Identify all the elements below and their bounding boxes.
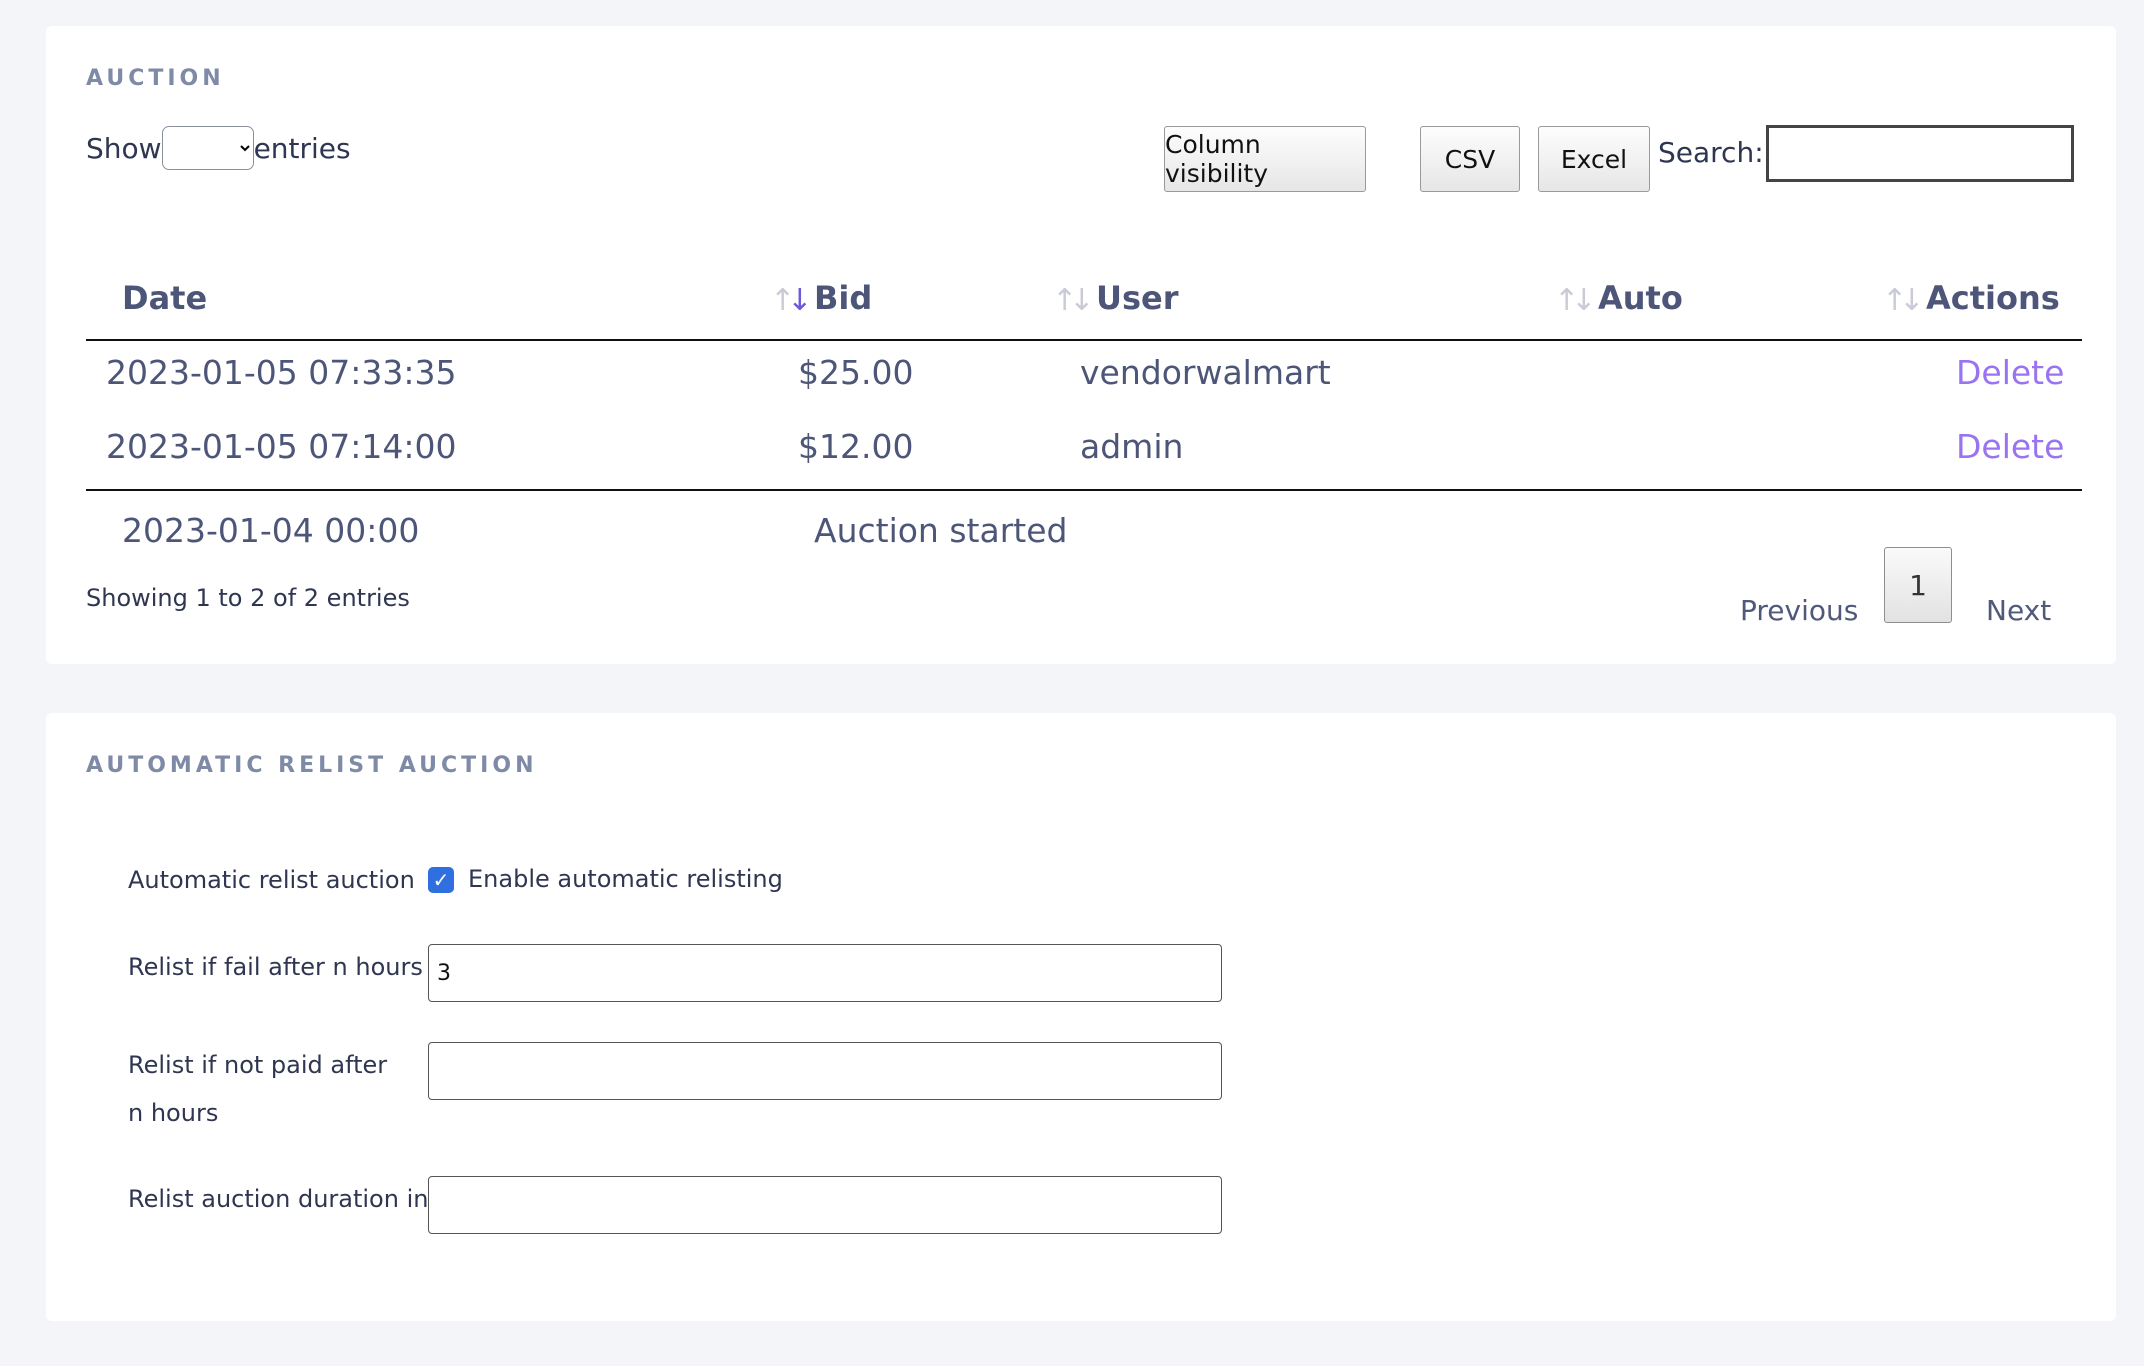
auction-start-text: Auction started <box>814 511 1068 550</box>
pagination-page-1[interactable]: 1 <box>1884 547 1952 623</box>
entries-label: entries <box>253 131 351 165</box>
column-header-auto[interactable]: Auto <box>1598 279 1683 317</box>
relist-card-title: AUTOMATIC RELIST AUCTION <box>86 753 538 778</box>
column-header-date[interactable]: Date <box>122 279 207 317</box>
search-input[interactable] <box>1766 125 2074 182</box>
column-header-bid[interactable]: Bid <box>814 279 872 317</box>
relist-not-paid-hours-input[interactable] <box>428 1042 1222 1100</box>
relist-card: AUTOMATIC RELIST AUCTION Automatic relis… <box>46 713 2116 1321</box>
sort-both-icon[interactable]: ↑↓ <box>1052 283 1094 318</box>
column-header-user[interactable]: User <box>1096 279 1179 317</box>
column-visibility-button[interactable]: Column visibility <box>1164 126 1366 192</box>
table-footer: 2023-01-04 00:00 Auction started <box>86 489 2082 571</box>
sort-both-icon[interactable]: ↑↓ <box>1882 283 1924 318</box>
relist-duration-input[interactable] <box>428 1176 1222 1234</box>
relist-fail-hours-input[interactable] <box>428 944 1222 1002</box>
entries-length-select[interactable] <box>161 126 254 170</box>
auction-card-title: AUCTION <box>86 66 225 91</box>
sort-desc-icon[interactable]: ↑↓ <box>770 283 812 318</box>
relist-enable-label: Automatic relist auction <box>128 866 415 894</box>
table-info: Showing 1 to 2 of 2 entries <box>86 584 410 612</box>
relist-enable-checkbox-label[interactable]: Enable automatic relisting <box>468 865 783 893</box>
auction-start-date: 2023-01-04 00:00 <box>122 511 420 550</box>
show-label: Show <box>86 131 162 165</box>
sort-both-icon[interactable]: ↑↓ <box>1554 283 1596 318</box>
delete-link[interactable]: Delete <box>1956 353 2064 392</box>
relist-fail-hours-label: Relist if fail after n hours <box>128 953 423 981</box>
table-row: 2023-01-05 07:14:00 $12.00 admin Delete <box>86 415 2082 489</box>
search-label: Search: <box>1658 136 1764 169</box>
cell-bid: $25.00 <box>798 353 914 392</box>
pagination-next[interactable]: Next <box>1986 594 2051 627</box>
pagination-previous[interactable]: Previous <box>1740 594 1858 627</box>
relist-enable-checkbox[interactable]: ✓ <box>428 867 454 893</box>
check-icon: ✓ <box>432 868 450 892</box>
relist-not-paid-hours-label: Relist if not paid after n hours <box>128 1051 388 1127</box>
auction-card: AUCTION Show entries Column visibility C… <box>46 26 2116 664</box>
cell-date: 2023-01-05 07:14:00 <box>106 427 457 466</box>
cell-date: 2023-01-05 07:33:35 <box>106 353 457 392</box>
csv-button[interactable]: CSV <box>1420 126 1520 192</box>
excel-button[interactable]: Excel <box>1538 126 1650 192</box>
bids-table: Date ↑↓ Bid ↑↓ User ↑↓ Auto ↑↓ Actions 2… <box>86 231 2082 571</box>
cell-user: admin <box>1080 427 1184 466</box>
table-row: 2023-01-05 07:33:35 $25.00 vendorwalmart… <box>86 341 2082 415</box>
cell-user: vendorwalmart <box>1080 353 1331 392</box>
entries-length-control: Show entries <box>86 126 351 170</box>
table-header: Date ↑↓ Bid ↑↓ User ↑↓ Auto ↑↓ Actions <box>86 231 2082 341</box>
cell-bid: $12.00 <box>798 427 914 466</box>
relist-duration-label: Relist auction duration in h <box>128 1185 452 1213</box>
delete-link[interactable]: Delete <box>1956 427 2064 466</box>
column-header-actions: Actions <box>1926 279 2060 317</box>
